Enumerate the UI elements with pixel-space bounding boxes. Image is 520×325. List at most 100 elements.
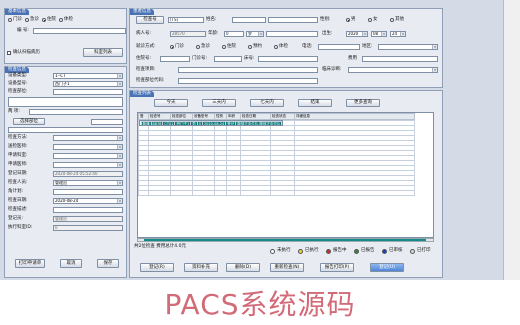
visit-type-radio-2[interactable] bbox=[42, 18, 46, 22]
vertical-scrollbar[interactable] bbox=[503, 0, 520, 280]
check-part-textarea[interactable] bbox=[8, 97, 123, 107]
chevron-down-icon: ▾ bbox=[258, 32, 263, 36]
action-button[interactable]: 报告打印(P) bbox=[320, 263, 354, 272]
chevron-down-icon: ▾ bbox=[432, 68, 437, 72]
age-input[interactable]: 0 bbox=[224, 31, 244, 37]
cancel-button[interactable]: 取消 bbox=[60, 259, 82, 268]
screen: 基本信息 门诊 急诊 住院 体检 编 号: 确认扫描病历 科室列表 检查信息 设备类型… bbox=[0, 0, 520, 325]
visit-mode-radio-label: 预约 bbox=[253, 44, 262, 49]
part-extra-input[interactable] bbox=[91, 119, 123, 125]
two-items-input[interactable] bbox=[29, 109, 123, 115]
check-no-button[interactable]: 检查号 bbox=[136, 16, 164, 24]
column-header[interactable]: 设备型号 bbox=[192, 113, 215, 120]
check-no-field[interactable]: (TS) bbox=[168, 17, 204, 23]
check-part-input[interactable] bbox=[53, 89, 123, 95]
filter-button[interactable]: 三天内 bbox=[202, 99, 236, 107]
column-header[interactable]: 年龄 bbox=[226, 113, 241, 120]
phone-input[interactable] bbox=[318, 44, 360, 50]
gender-radio-label: 男 bbox=[351, 17, 356, 22]
visit-mode-radio-3[interactable] bbox=[248, 45, 252, 49]
apply-doctor-select[interactable]: ▾ bbox=[53, 162, 123, 168]
age-extra-input[interactable] bbox=[266, 31, 318, 37]
birth-year-select[interactable]: 2020 ▾ bbox=[346, 31, 368, 37]
visit-mode-radio-2[interactable] bbox=[222, 45, 226, 49]
birth-day-value: 24 bbox=[392, 31, 398, 36]
check-no-input[interactable] bbox=[33, 28, 126, 34]
visit-type-radio-3[interactable] bbox=[59, 18, 63, 22]
chevron-down-icon: ▾ bbox=[117, 145, 122, 149]
clinical-select[interactable]: ▾ bbox=[348, 67, 438, 73]
area-select[interactable]: ▾ bbox=[378, 44, 438, 50]
action-button[interactable]: 资料补充 bbox=[184, 263, 218, 272]
visit-mode-radio-label: 住院 bbox=[227, 44, 236, 49]
filter-button[interactable]: 结束 bbox=[298, 99, 332, 107]
checker-select[interactable]: 管理员 ▾ bbox=[53, 180, 123, 186]
name-input[interactable] bbox=[232, 17, 266, 23]
visit-mode-radio-0[interactable] bbox=[170, 45, 174, 49]
dept-list-button[interactable]: 科室列表 bbox=[83, 48, 123, 57]
birth-month-select[interactable]: 08 ▾ bbox=[371, 31, 387, 37]
column-header[interactable]: 检查日期 bbox=[240, 113, 271, 120]
check-method-select[interactable]: ▾ bbox=[53, 135, 123, 141]
hosp-no-label: 住院号: bbox=[136, 56, 152, 61]
outpatient-no-label: 门诊号: bbox=[192, 56, 208, 61]
action-button[interactable]: 登记(R) bbox=[140, 263, 174, 272]
filter-button[interactable]: 更多查询 bbox=[346, 99, 380, 107]
caption-banner: PACS系统源码 bbox=[0, 280, 520, 325]
horizontal-scrollbar[interactable] bbox=[137, 238, 434, 242]
check-no-label: 编 号: bbox=[17, 28, 29, 33]
gender-radio-label: 女 bbox=[373, 17, 378, 22]
gender-radio-1[interactable] bbox=[368, 18, 372, 22]
register-date-field: 2020-08-24 05:52:40 bbox=[53, 171, 123, 177]
exec-id-label: 执行科室ID: bbox=[8, 225, 33, 230]
gender-radio-2[interactable] bbox=[390, 18, 394, 22]
visit-type-radio-1[interactable] bbox=[25, 18, 29, 22]
apply-dept-label: 申请科室: bbox=[8, 153, 28, 158]
action-button[interactable]: 登记(U) bbox=[370, 263, 404, 272]
check-item-input[interactable] bbox=[178, 67, 318, 73]
two-items-label: 两 项: bbox=[8, 109, 20, 114]
action-button[interactable]: 重新检查(N) bbox=[270, 263, 304, 272]
chevron-down-icon: ▾ bbox=[117, 82, 122, 86]
birth-day-select[interactable]: 24 ▾ bbox=[390, 31, 406, 37]
visit-mode-radio-1[interactable] bbox=[196, 45, 200, 49]
visit-type-radio-0[interactable] bbox=[8, 18, 12, 22]
device-model-select[interactable]: 西门子1 ▾ bbox=[53, 81, 123, 87]
select-part-button[interactable]: 选择部位 bbox=[13, 118, 45, 125]
filter-button[interactable]: 七天内 bbox=[250, 99, 284, 107]
check-remark-input[interactable] bbox=[53, 207, 123, 213]
table-row[interactable]: 普通 8876 CT01 西门子1 男 0 2020-08-24 登记 腹部正中位片,腹部正中位… bbox=[138, 120, 284, 126]
check-code-input[interactable] bbox=[178, 78, 318, 84]
print-request-button[interactable]: 打印申请单 bbox=[15, 259, 45, 268]
bed-input[interactable] bbox=[258, 56, 318, 62]
apply-dept-select[interactable]: ▾ bbox=[53, 153, 123, 159]
fee-input[interactable] bbox=[362, 56, 438, 62]
checker-value: 管理员 bbox=[55, 180, 67, 185]
chevron-down-icon: ▾ bbox=[362, 32, 367, 36]
column-header[interactable]: 性别 bbox=[214, 113, 227, 120]
send-doctor-select[interactable]: ▾ bbox=[53, 144, 123, 150]
filter-button[interactable]: 今天 bbox=[154, 99, 188, 107]
column-header[interactable]: 详细信息 bbox=[294, 113, 415, 120]
part-remark-textarea[interactable] bbox=[8, 127, 123, 133]
visit-mode-radio-4[interactable] bbox=[274, 45, 278, 49]
column-header[interactable]: 检查状态 bbox=[270, 113, 295, 120]
column-header[interactable]: 检查部位 bbox=[170, 113, 193, 120]
status-dot bbox=[382, 249, 387, 254]
age-unit-select[interactable]: 岁 ▾ bbox=[246, 31, 264, 37]
name-extra-input[interactable] bbox=[268, 17, 318, 23]
recorder-label: 登记员: bbox=[8, 216, 24, 221]
scrollbar-thumb[interactable] bbox=[144, 239, 426, 241]
check-date-picker[interactable]: 2020-08-24 ▾ bbox=[53, 198, 123, 204]
device-type-select[interactable]: 1--CT ▾ bbox=[53, 73, 123, 79]
outpatient-no-input[interactable] bbox=[214, 56, 242, 62]
scan-checkbox[interactable] bbox=[7, 51, 11, 55]
clinical-label: 临床诊断: bbox=[322, 67, 342, 72]
save-button[interactable]: 保存 bbox=[97, 259, 119, 268]
action-button[interactable]: 删除(D) bbox=[226, 263, 260, 272]
column-header[interactable]: 检查号 bbox=[148, 113, 171, 120]
gender-radio-0[interactable] bbox=[346, 18, 350, 22]
hosp-no-input[interactable] bbox=[160, 56, 190, 62]
visit-mode-radio-label: 体检 bbox=[279, 44, 288, 49]
charge-input[interactable] bbox=[53, 189, 123, 195]
